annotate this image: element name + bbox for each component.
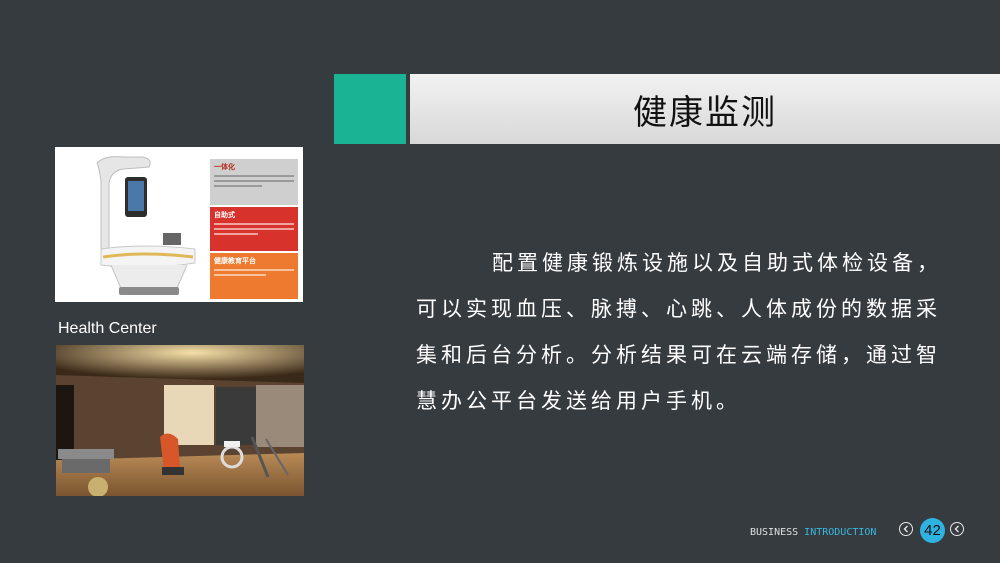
next-slide-button[interactable] <box>950 522 964 536</box>
chevron-left-icon <box>903 525 908 533</box>
feature-panel-health-education: 健康教育平台 <box>210 253 298 299</box>
slide-title: 健康监测 <box>633 92 777 133</box>
page-number-badge: 42 <box>920 518 945 543</box>
panel-text-line <box>214 223 294 225</box>
panel-text-line <box>214 180 294 182</box>
panel-text-line <box>214 185 262 187</box>
feature-panel-integrated: 一体化 <box>210 159 298 205</box>
image-caption: Health Center <box>58 320 157 337</box>
footer-text: BUSINESS INTRODUCTION <box>750 520 876 544</box>
room-illustration <box>56 345 304 496</box>
title-bar: 健康监测 <box>410 74 1000 144</box>
panel-heading: 自助式 <box>214 211 235 219</box>
panel-text-line <box>214 274 266 276</box>
health-kiosk-image: 一体化 自助式 健康教育平台 <box>55 147 303 302</box>
panel-heading: 一体化 <box>214 163 235 171</box>
panel-text-line <box>214 269 294 271</box>
feature-panel-self-service: 自助式 <box>210 207 298 251</box>
panel-text-line <box>214 233 258 235</box>
panel-text-line <box>214 175 294 177</box>
health-center-room-image <box>56 345 304 496</box>
kiosk-illustration <box>96 156 196 295</box>
title-accent-block <box>334 74 406 144</box>
chevron-left-icon <box>954 525 959 533</box>
panel-text-line <box>214 228 294 230</box>
footer-word-business: BUSINESS <box>750 526 799 538</box>
footer-word-introduction: INTRODUCTION <box>804 526 877 538</box>
panel-heading: 健康教育平台 <box>214 257 256 265</box>
slide-body-text: 配置健康锻炼设施以及自助式体检设备，可以实现血压、脉搏、心跳、人体成份的数据采集… <box>416 251 942 413</box>
prev-slide-button[interactable] <box>899 522 913 536</box>
